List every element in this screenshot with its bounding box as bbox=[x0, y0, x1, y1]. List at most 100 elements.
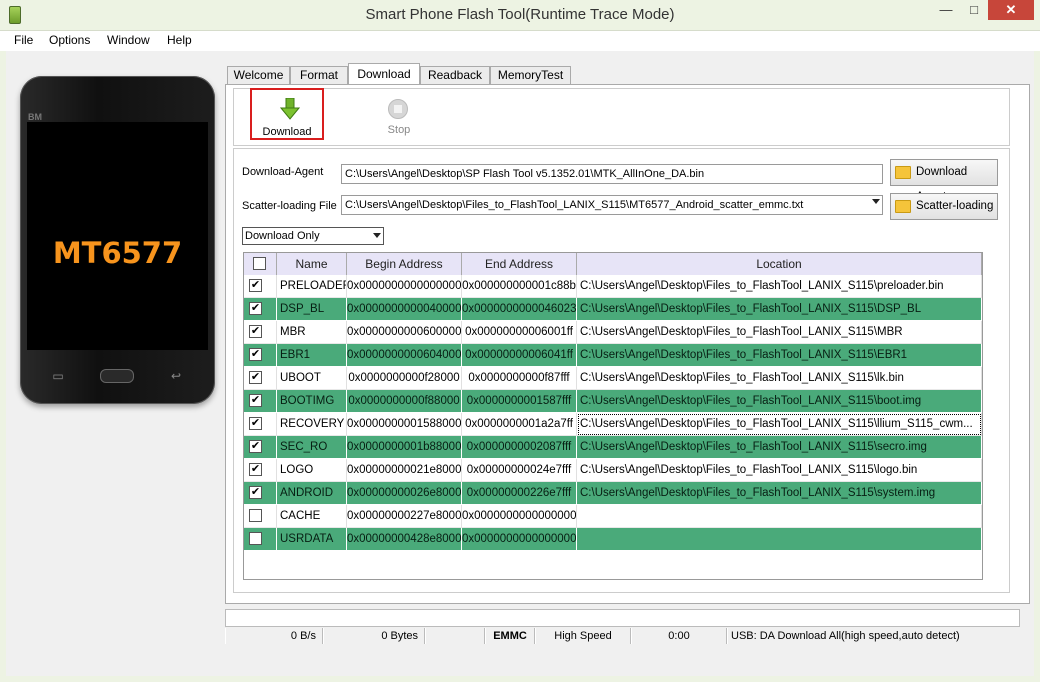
table-row[interactable]: ✔ ANDROID 0x00000000026e8000 0x00000000226e… bbox=[244, 482, 982, 505]
row-begin: 0x00000000227e8000 bbox=[347, 505, 462, 528]
tab-memorytest[interactable]: MemoryTest bbox=[490, 66, 571, 84]
table-row[interactable]: USRDATA 0x00000000428e8000 0x0000000000000… bbox=[244, 528, 982, 551]
row-checkbox[interactable]: ✔ bbox=[249, 394, 262, 407]
status-storage: EMMC bbox=[485, 628, 535, 644]
row-end: 0x0000000000000000 bbox=[462, 505, 577, 528]
row-loc[interactable] bbox=[577, 505, 982, 528]
row-checkbox[interactable] bbox=[249, 509, 262, 522]
row-checkbox[interactable]: ✔ bbox=[249, 463, 262, 476]
toolbar bbox=[233, 88, 1010, 146]
row-checkbox-cell: ✔ bbox=[244, 459, 277, 482]
row-end: 0x0000000000000000 bbox=[462, 528, 577, 551]
row-checkbox[interactable]: ✔ bbox=[249, 302, 262, 315]
row-loc[interactable]: C:\Users\Angel\Desktop\Files_to_FlashToo… bbox=[577, 413, 982, 436]
select-all-checkbox[interactable] bbox=[253, 257, 266, 270]
stop-button[interactable]: Stop bbox=[362, 88, 436, 140]
table-row[interactable]: ✔ EBR1 0x0000000000604000 0x00000000006041f… bbox=[244, 344, 982, 367]
row-end: 0x0000000001a2a7ff bbox=[462, 413, 577, 436]
row-checkbox-cell: ✔ bbox=[244, 321, 277, 344]
tab-welcome[interactable]: Welcome bbox=[227, 66, 290, 84]
stop-icon bbox=[388, 99, 408, 119]
row-begin: 0x0000000001588000 bbox=[347, 413, 462, 436]
phone-screen: MT6577 bbox=[27, 122, 208, 350]
row-checkbox[interactable] bbox=[249, 532, 262, 545]
download-agent-button[interactable]: Download Agent bbox=[890, 159, 998, 203]
chevron-down-icon bbox=[872, 199, 880, 204]
download-arrow-icon bbox=[280, 98, 300, 120]
scatter-file-select[interactable]: C:\Users\Angel\Desktop\Files_to_FlashToo… bbox=[341, 195, 883, 215]
row-begin: 0x00000000428e8000 bbox=[347, 528, 462, 551]
row-checkbox[interactable]: ✔ bbox=[249, 371, 262, 384]
minimize-button[interactable]: — bbox=[932, 0, 960, 20]
mode-select[interactable]: Download Only bbox=[242, 227, 384, 245]
table-row[interactable]: ✔ LOGO 0x00000000021e8000 0x00000000024e7ff… bbox=[244, 459, 982, 482]
row-checkbox-cell: ✔ bbox=[244, 436, 277, 459]
table-header: Name Begin Address End Address Location bbox=[244, 253, 982, 275]
folder-icon bbox=[895, 200, 911, 213]
menu-options[interactable]: Options bbox=[49, 33, 90, 47]
row-loc[interactable]: C:\Users\Angel\Desktop\Files_to_FlashToo… bbox=[577, 436, 982, 459]
row-loc[interactable]: C:\Users\Angel\Desktop\Files_to_FlashToo… bbox=[577, 459, 982, 482]
row-name: LOGO bbox=[277, 459, 347, 482]
row-checkbox[interactable]: ✔ bbox=[249, 279, 262, 292]
tab-readback[interactable]: Readback bbox=[420, 66, 490, 84]
row-begin: 0x0000000000600000 bbox=[347, 321, 462, 344]
table-row[interactable]: ✔ SEC_RO 0x0000000001b88000 0x0000000002087… bbox=[244, 436, 982, 459]
header-begin-address[interactable]: Begin Address bbox=[347, 253, 462, 275]
row-begin: 0x0000000000f88000 bbox=[347, 390, 462, 413]
table-row[interactable]: ✔ DSP_BL 0x0000000000040000 0x0000000000046… bbox=[244, 298, 982, 321]
header-select-all[interactable] bbox=[244, 253, 277, 275]
table-row[interactable]: ✔ UBOOT 0x0000000000f28000 0x0000000000f87f… bbox=[244, 367, 982, 390]
tab-download[interactable]: Download bbox=[348, 63, 420, 85]
maximize-button[interactable]: □ bbox=[960, 0, 988, 20]
scatter-loading-button[interactable]: Scatter-loading bbox=[890, 193, 998, 220]
close-button[interactable]: ✕ bbox=[988, 0, 1034, 20]
row-name: UBOOT bbox=[277, 367, 347, 390]
chip-label: MT6577 bbox=[52, 236, 183, 270]
row-checkbox-cell bbox=[244, 505, 277, 528]
row-name: ANDROID bbox=[277, 482, 347, 505]
header-location[interactable]: Location bbox=[577, 253, 982, 275]
row-loc[interactable]: C:\Users\Angel\Desktop\Files_to_FlashToo… bbox=[577, 344, 982, 367]
menu-help[interactable]: Help bbox=[167, 33, 192, 47]
table-row[interactable]: ✔ PRELOADER 0x0000000000000000 0x0000000000… bbox=[244, 275, 982, 298]
status-bytes: 0 Bytes bbox=[323, 628, 425, 644]
table-row[interactable]: ✔ MBR 0x0000000000600000 0x00000000006001ff… bbox=[244, 321, 982, 344]
row-end: 0x0000000001587fff bbox=[462, 390, 577, 413]
row-begin: 0x0000000001b88000 bbox=[347, 436, 462, 459]
row-loc[interactable]: C:\Users\Angel\Desktop\Files_to_FlashToo… bbox=[577, 298, 982, 321]
header-end-address[interactable]: End Address bbox=[462, 253, 577, 275]
row-checkbox[interactable]: ✔ bbox=[249, 417, 262, 430]
row-end: 0x000000000001c88b bbox=[462, 275, 577, 298]
tab-format[interactable]: Format bbox=[290, 66, 348, 84]
table-row[interactable]: ✔ BOOTIMG 0x0000000000f88000 0x000000000158… bbox=[244, 390, 982, 413]
row-name: SEC_RO bbox=[277, 436, 347, 459]
row-loc[interactable]: C:\Users\Angel\Desktop\Files_to_FlashToo… bbox=[577, 367, 982, 390]
row-checkbox[interactable]: ✔ bbox=[249, 348, 262, 361]
status-time: 0:00 bbox=[631, 628, 727, 644]
row-checkbox[interactable]: ✔ bbox=[249, 486, 262, 499]
table-row[interactable]: CACHE 0x00000000227e8000 0x000000000000000… bbox=[244, 505, 982, 528]
menu-file[interactable]: File bbox=[14, 33, 33, 47]
row-loc[interactable]: C:\Users\Angel\Desktop\Files_to_FlashToo… bbox=[577, 321, 982, 344]
menu-window[interactable]: Window bbox=[107, 33, 150, 47]
download-button[interactable]: Download bbox=[250, 88, 324, 140]
row-loc[interactable] bbox=[577, 528, 982, 551]
row-loc[interactable]: C:\Users\Angel\Desktop\Files_to_FlashToo… bbox=[577, 482, 982, 505]
row-loc[interactable]: C:\Users\Angel\Desktop\Files_to_FlashToo… bbox=[577, 390, 982, 413]
row-end: 0x00000000006041ff bbox=[462, 344, 577, 367]
row-begin: 0x00000000021e8000 bbox=[347, 459, 462, 482]
status-usb-speed: High Speed bbox=[535, 628, 631, 644]
header-name[interactable]: Name bbox=[277, 253, 347, 275]
row-checkbox[interactable]: ✔ bbox=[249, 440, 262, 453]
download-button-label: Download bbox=[262, 126, 312, 138]
row-checkbox-cell: ✔ bbox=[244, 298, 277, 321]
row-checkbox[interactable]: ✔ bbox=[249, 325, 262, 338]
download-agent-field[interactable]: C:\Users\Angel\Desktop\SP Flash Tool v5.… bbox=[341, 164, 883, 184]
title-bar: Smart Phone Flash Tool(Runtime Trace Mod… bbox=[0, 0, 1040, 31]
row-loc[interactable]: C:\Users\Angel\Desktop\Files_to_FlashToo… bbox=[577, 275, 982, 298]
partition-table: Name Begin Address End Address Location … bbox=[243, 252, 983, 580]
row-name: RECOVERY bbox=[277, 413, 347, 436]
row-end: 0x0000000002087fff bbox=[462, 436, 577, 459]
table-row[interactable]: ✔ RECOVERY 0x0000000001588000 0x0000000001a… bbox=[244, 413, 982, 436]
